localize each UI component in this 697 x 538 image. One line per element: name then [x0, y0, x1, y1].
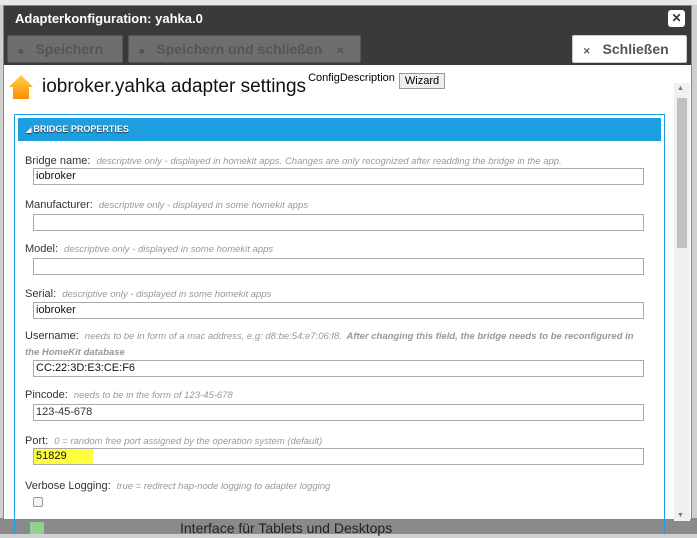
manufacturer-input[interactable]: [33, 214, 644, 231]
scroll-down-icon: ▼: [677, 512, 684, 519]
field-serial: Serial: descriptive only - displayed in s…: [25, 284, 645, 319]
save-button[interactable]: ■ Speichern: [7, 35, 123, 63]
save-close-button[interactable]: ■ Speichern und schließen ✕: [128, 35, 361, 63]
bridge-name-input[interactable]: iobroker: [33, 168, 644, 185]
serial-input[interactable]: iobroker: [33, 302, 644, 319]
panel-header[interactable]: ◢ BRIDGE PROPERTIES: [18, 118, 661, 141]
close-button[interactable]: ✕ Schließen: [572, 35, 687, 63]
adapter-config-dialog: Adapterkonfiguration: yahka.0 ✕ ■ Speiche…: [3, 5, 692, 534]
field-port: Port: 0 = random free port assigned by th…: [25, 431, 645, 465]
bridge-properties-panel: ◢ BRIDGE PROPERTIES Bridge name: descript…: [14, 114, 665, 534]
field-pincode: Pincode: needs to be in the form of 123-4…: [25, 385, 645, 421]
page-header: iobroker.yahka adapter settings ConfigDe…: [6, 70, 446, 104]
field-verbose-logging: Verbose Logging: true = redirect hap-node…: [25, 476, 645, 507]
page-title: iobroker.yahka adapter settings: [42, 76, 307, 97]
close-icon: ✕: [336, 46, 345, 57]
home-icon: [6, 72, 36, 102]
field-model: Model: descriptive only - displayed in so…: [25, 239, 645, 275]
model-input[interactable]: [33, 258, 644, 275]
scroll-up-icon: ▲: [677, 85, 684, 92]
field-bridge-name: Bridge name: descriptive only - displayed…: [25, 151, 645, 185]
scrollbar[interactable]: ▲ ▼: [674, 83, 690, 521]
port-input[interactable]: 51829: [33, 448, 644, 465]
close-icon[interactable]: ✕: [668, 10, 685, 27]
config-description: ConfigDescription: [308, 72, 395, 84]
dialog-title: Adapterkonfiguration: yahka.0: [15, 11, 203, 26]
field-manufacturer: Manufacturer: descriptive only - displaye…: [25, 195, 645, 231]
floppy-icon: ■: [139, 46, 145, 56]
verbose-logging-checkbox[interactable]: [33, 497, 43, 507]
wizard-button[interactable]: Wizard: [398, 73, 446, 89]
toolbar: ■ Speichern ■ Speichern und schließen ✕ ✕ Sc…: [4, 33, 691, 65]
close-icon: ✕: [583, 46, 591, 56]
floppy-icon: ■: [18, 46, 24, 56]
dialog-content: iobroker.yahka adapter settings ConfigDe…: [4, 65, 691, 534]
pincode-input[interactable]: 123-45-678: [33, 404, 644, 421]
scrollbar-thumb[interactable]: [677, 98, 687, 248]
field-username: Username: needs to be in form of a mac ad…: [25, 328, 645, 377]
username-input[interactable]: CC:22:3D:E3:CE:F6: [33, 360, 644, 377]
